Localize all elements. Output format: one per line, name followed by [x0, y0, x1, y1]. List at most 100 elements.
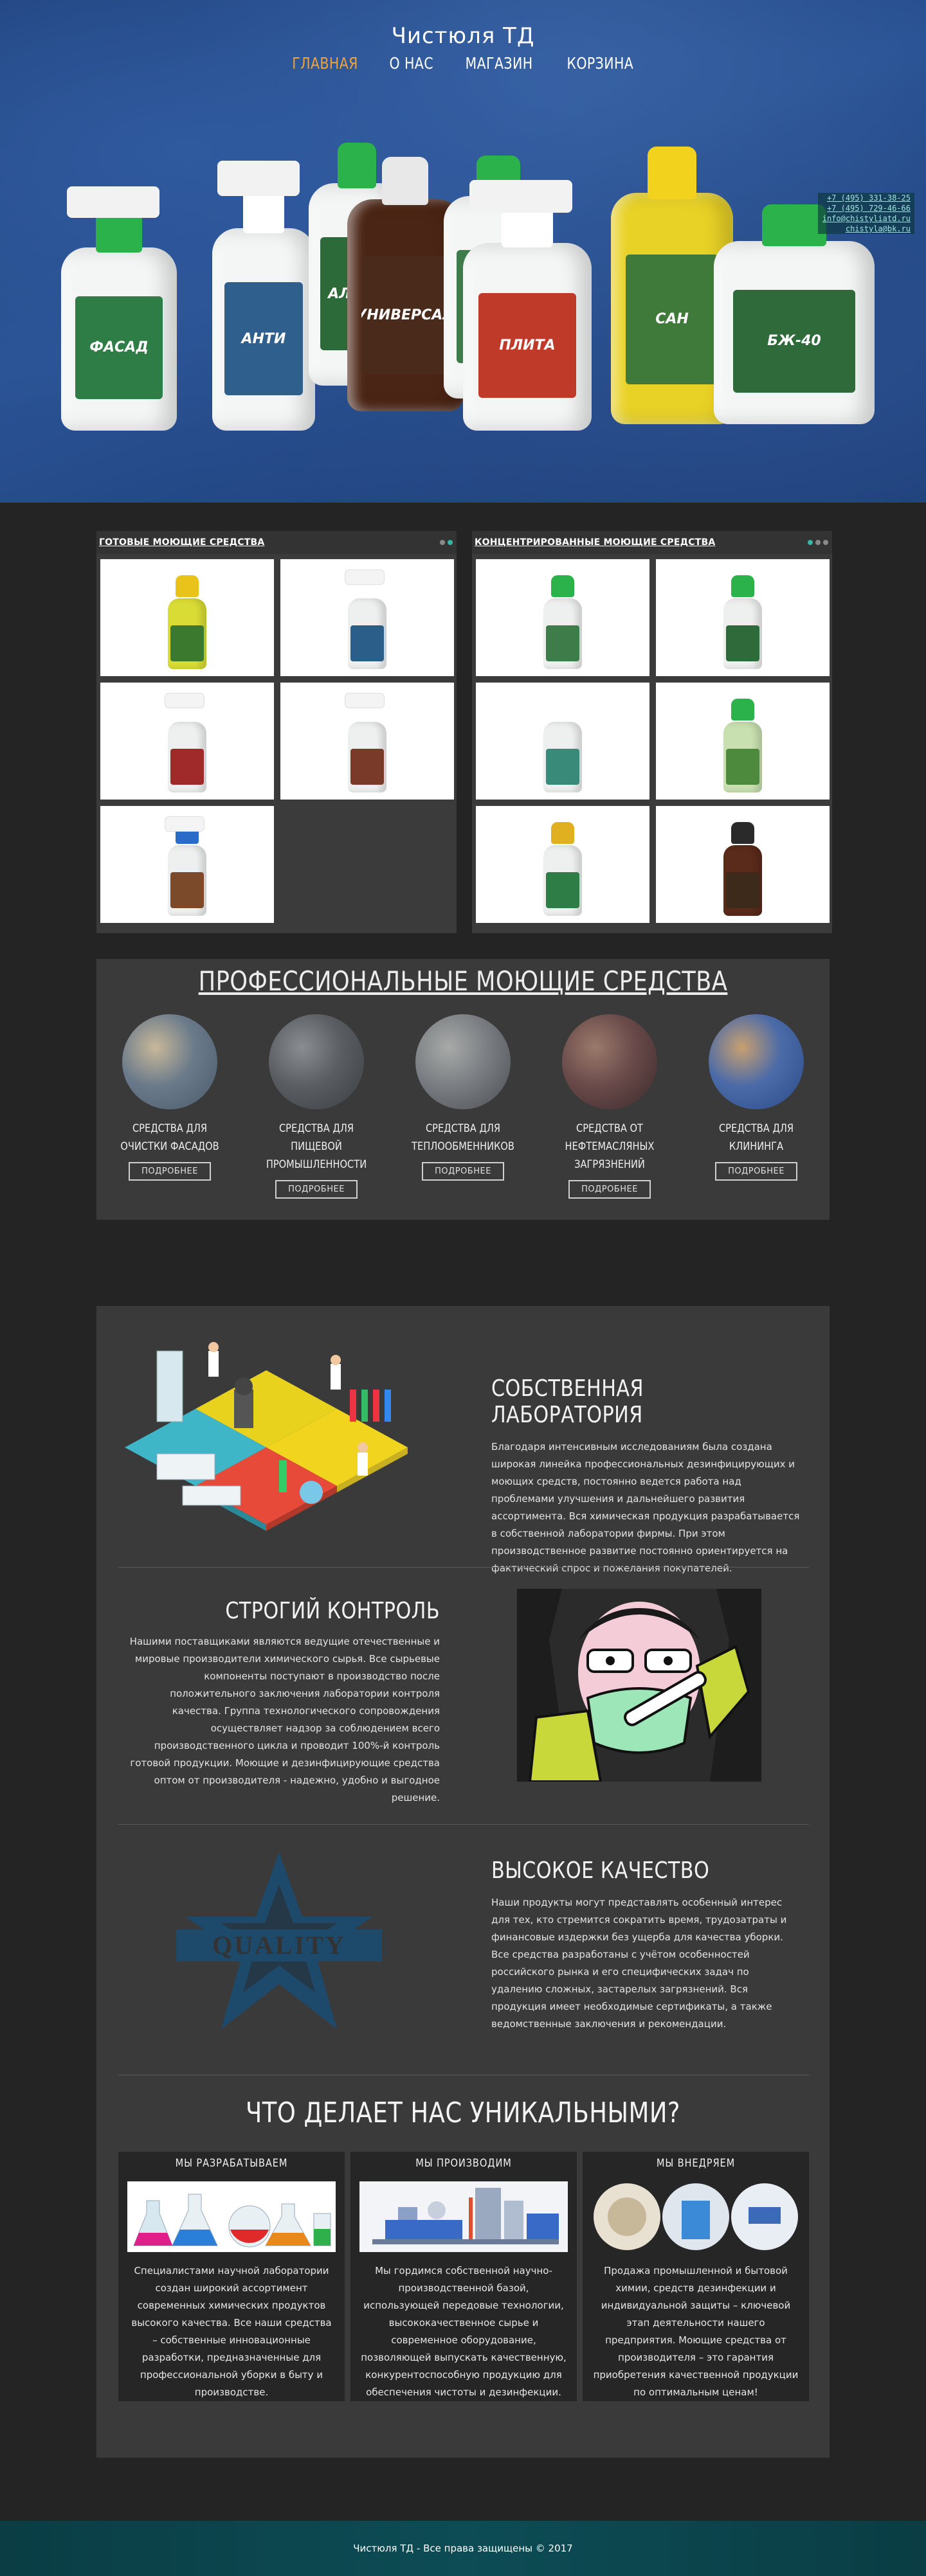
category-photo[interactable]: [122, 1014, 217, 1109]
quality-logo-word: QUALITY: [212, 1931, 346, 1960]
product-card[interactable]: [280, 683, 454, 800]
product-bottle-image: [161, 566, 213, 669]
nav-home[interactable]: ГЛАВНАЯ: [293, 54, 359, 73]
footer: Чистюля ТД - Все права защищены © 2017: [0, 2521, 926, 2576]
catalog-concentrated-column: КОНЦЕНТРИРОВАННЫЕ МОЮЩИЕ СРЕДСТВА: [472, 531, 832, 933]
more-button[interactable]: ПОДРОБНЕЕ: [129, 1162, 211, 1181]
phone-link-1[interactable]: +7 (495) 331-38-25: [818, 193, 914, 203]
catalog-section: ГОТОВЫЕ МОЮЩИЕ СРЕДСТВА КОНЦЕНТРИРОВАННЫ…: [96, 531, 832, 933]
product-card[interactable]: [476, 683, 649, 800]
professional-category: СРЕДСТВА ДЛЯ ПИЩЕВОЙ ПРОМЫШЛЕННОСТИ ПОДРО…: [243, 1014, 390, 1199]
product-card[interactable]: [476, 559, 649, 676]
feature-text: Нашими поставщиками являются ведущие оте…: [129, 1636, 440, 1803]
more-button[interactable]: ПОДРОБНЕЕ: [422, 1162, 504, 1181]
unique-title: ЧТО ДЕЛАЕТ НАС УНИКАЛЬНЫМИ?: [246, 2097, 680, 2129]
factory-illustration: [359, 2181, 568, 2252]
hero-bottle-label: ПЛИТА: [478, 292, 576, 398]
divider: [118, 1824, 809, 1825]
product-card[interactable]: [100, 559, 274, 676]
product-card[interactable]: [476, 806, 649, 923]
feature-laboratory: СОБСТВЕННАЯ ЛАБОРАТОРИЯ Благодаря интенс…: [118, 1332, 809, 1574]
email-link-2[interactable]: chistyla@bk.ru: [818, 224, 914, 234]
unique-card-develop: МЫ РАЗРАБАТЫВАЕМ Специалистами научной л…: [118, 2152, 345, 2401]
product-card[interactable]: [280, 559, 454, 676]
feature-title: ВЫСОКОЕ КАЧЕСТВО: [491, 1857, 710, 1884]
copyright-text: Чистюля ТД - Все права защищены © 2017: [353, 2543, 573, 2554]
divider: [118, 1567, 809, 1568]
contacts-panel: +7 (495) 331-38-25 +7 (495) 729-46-66 in…: [818, 193, 914, 234]
product-bottle-image: [717, 690, 768, 792]
feature-title: СТРОГИЙ КОНТРОЛЬ: [225, 1598, 440, 1624]
professional-title[interactable]: ПРОФЕССИОНАЛЬНЫЕ МОЮЩИЕ СРЕДСТВА: [155, 965, 771, 997]
category-title: СРЕДСТВА ОТ НЕФТЕМАСЛЯНЫХ ЗАГРЯЗНЕНИЙ: [565, 1122, 655, 1171]
professional-category: СРЕДСТВА ДЛЯ КЛИНИНГА ПОДРОБНЕЕ: [683, 1014, 830, 1199]
product-card[interactable]: [656, 806, 830, 923]
unique-card-text: Мы гордимся собственной научно-производс…: [361, 2265, 567, 2398]
unique-card-produce: МЫ ПРОИЗВОДИМ Мы гордимся собственной на…: [350, 2152, 577, 2401]
unique-card-title: МЫ ВНЕДРЯЕМ: [656, 2157, 736, 2170]
product-card[interactable]: [656, 683, 830, 800]
control-illustration: [517, 1589, 761, 1782]
category-title: СРЕДСТВА ДЛЯ ОЧИСТКИ ФАСАДОВ: [120, 1122, 219, 1153]
laboratory-illustration: [125, 1342, 408, 1531]
product-bottle-image: [341, 566, 393, 669]
professional-category: СРЕДСТВА ОТ НЕФТЕМАСЛЯНЫХ ЗАГРЯЗНЕНИЙ ПОД…: [536, 1014, 683, 1199]
catalog-ready-title[interactable]: ГОТОВЫЕ МОЮЩИЕ СРЕДСТВА: [99, 537, 264, 548]
main-nav: ГЛАВНАЯ О НАС МАГАЗИН КОРЗИНА: [0, 54, 926, 73]
product-bottle-image: [537, 566, 588, 669]
unique-card-title: МЫ РАЗРАБАТЫВАЕМ: [175, 2157, 288, 2170]
product-bottle-image: [537, 690, 588, 792]
category-title: СРЕДСТВА ДЛЯ ПИЩЕВОЙ ПРОМЫШЛЕННОСТИ: [266, 1122, 367, 1171]
hero-bottle: ФАСАД: [61, 186, 177, 431]
category-photo[interactable]: [269, 1014, 364, 1109]
feature-control: СТРОГИЙ КОНТРОЛЬ Нашими поставщиками явл…: [118, 1589, 809, 1803]
hero-bottle-label: УНИВЕРСАЛ: [361, 256, 449, 375]
catalog-ready-column: ГОТОВЫЕ МОЮЩИЕ СРЕДСТВА: [96, 531, 457, 933]
product-bottle-image: [537, 813, 588, 916]
category-photo[interactable]: [415, 1014, 511, 1109]
hero-banner: ФАСАДАНТИАЛМАЗУНИВЕРСАЛПОЛ 2ПЛИТАСАНБЖ-4…: [0, 0, 926, 503]
product-bottle-image: [161, 813, 213, 916]
unique-cards: МЫ РАЗРАБАТЫВАЕМ Специалистами научной л…: [118, 2152, 809, 2401]
product-card[interactable]: [100, 806, 274, 923]
slider-dots[interactable]: [440, 540, 453, 545]
hero-bottle-label: САН: [625, 255, 719, 384]
slider-dots[interactable]: [808, 540, 828, 545]
feature-text: Наши продукты могут представлять особенн…: [491, 1897, 787, 2030]
hero-bottle-label: БЖ-40: [733, 290, 855, 393]
unique-card-implement: МЫ ВНЕДРЯЕМ Продажа промышленной и бытов…: [583, 2152, 809, 2401]
flasks-illustration: [127, 2181, 336, 2252]
more-button[interactable]: ПОДРОБНЕЕ: [715, 1162, 797, 1181]
unique-card-text: Специалистами научной лаборатории создан…: [131, 2265, 332, 2398]
nav-about[interactable]: О НАС: [390, 54, 433, 73]
empty-slot: [280, 806, 454, 923]
nav-shop[interactable]: МАГАЗИН: [465, 54, 532, 73]
nav-cart[interactable]: КОРЗИНА: [567, 54, 633, 73]
category-photo[interactable]: [709, 1014, 804, 1109]
product-card[interactable]: [656, 559, 830, 676]
cleaning-circles-illustration: [592, 2181, 800, 2252]
catalog-concentrated-grid: [472, 554, 832, 927]
unique-card-text: Продажа промышленной и бытовой химии, ср…: [593, 2265, 799, 2398]
more-button[interactable]: ПОДРОБНЕЕ: [275, 1180, 358, 1199]
product-card[interactable]: [100, 683, 274, 800]
hero-bottle: АНТИ: [212, 161, 315, 431]
professional-category: СРЕДСТВА ДЛЯ ТЕПЛООБМЕННИКОВ ПОДРОБНЕЕ: [390, 1014, 536, 1199]
catalog-concentrated-title[interactable]: КОНЦЕНТРИРОВАННЫЕ МОЮЩИЕ СРЕДСТВА: [475, 537, 715, 548]
catalog-ready-grid: [96, 554, 457, 927]
more-button[interactable]: ПОДРОБНЕЕ: [568, 1180, 651, 1199]
product-bottle-image: [341, 690, 393, 792]
phone-link-2[interactable]: +7 (495) 729-46-66: [818, 203, 914, 213]
unique-card-title: МЫ ПРОИЗВОДИМ: [415, 2157, 512, 2170]
quality-star-icon: QUALITY: [176, 1852, 382, 2029]
category-title: СРЕДСТВА ДЛЯ КЛИНИНГА: [718, 1122, 794, 1153]
product-bottle-image: [717, 566, 768, 669]
site-title: Чистюля ТД: [391, 23, 535, 49]
product-bottle-image: [161, 690, 213, 792]
email-link-1[interactable]: info@chistyliatd.ru: [818, 213, 914, 224]
feature-text: Благодаря интенсивным исследованиям была…: [491, 1441, 800, 1574]
about-section: СОБСТВЕННАЯ ЛАБОРАТОРИЯ Благодаря интенс…: [96, 1306, 830, 2458]
professional-categories: СРЕДСТВА ДЛЯ ОЧИСТКИ ФАСАДОВ ПОДРОБНЕЕ СРЕ…: [96, 1014, 830, 1199]
professional-category: СРЕДСТВА ДЛЯ ОЧИСТКИ ФАСАДОВ ПОДРОБНЕЕ: [96, 1014, 243, 1199]
category-photo[interactable]: [562, 1014, 657, 1109]
